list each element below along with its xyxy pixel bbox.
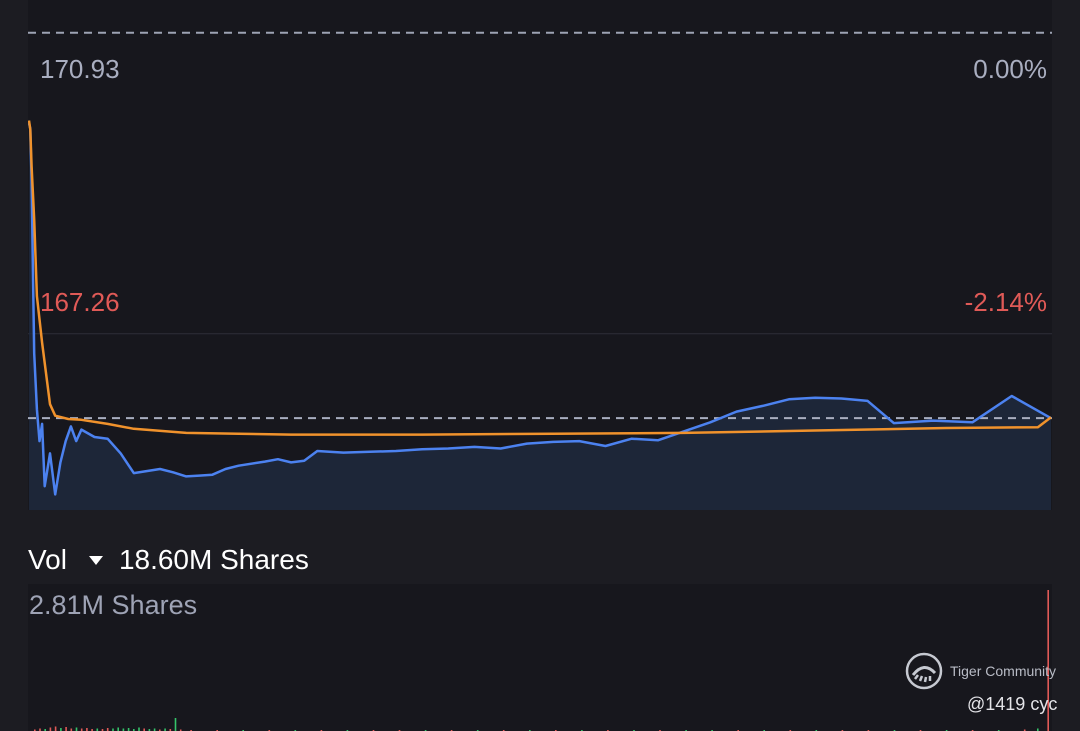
volume-bar: [138, 727, 140, 731]
watermark-user: @1419 cyc: [967, 694, 1058, 714]
price-area-fill: [29, 123, 1051, 510]
y-tick-price-low: 167.26: [40, 287, 120, 317]
volume-header[interactable]: Vol 18.60M Shares: [28, 540, 309, 580]
tiger-logo-icon: [905, 652, 943, 690]
volume-bar: [49, 727, 52, 731]
y-tick-price-ref: 170.93: [40, 54, 120, 84]
volume-indicator-label[interactable]: Vol: [28, 544, 67, 576]
watermark-brand: Tiger Community: [950, 663, 1057, 679]
price-chart: [28, 31, 1052, 510]
volume-max-label: 2.81M Shares: [29, 590, 198, 620]
y-tick-pct-low: -2.14%: [964, 287, 1047, 317]
volume-bar: [75, 727, 78, 731]
volume-chart-panel[interactable]: 2.81M Shares: [28, 584, 1052, 731]
volume-bar: [54, 726, 57, 731]
dropdown-caret-icon[interactable]: [88, 555, 103, 565]
volume-bar: [65, 727, 67, 731]
price-chart-panel[interactable]: 170.93 0.00% 167.26 -2.14%: [28, 0, 1052, 510]
volume-bar: [117, 727, 119, 731]
average-price-line: [28, 120, 1052, 436]
y-tick-pct-ref: 0.00%: [973, 54, 1047, 84]
volume-bar: [174, 718, 177, 731]
volume-total: 18.60M Shares: [118, 544, 309, 575]
watermark: Tiger Community: [904, 651, 1064, 691]
